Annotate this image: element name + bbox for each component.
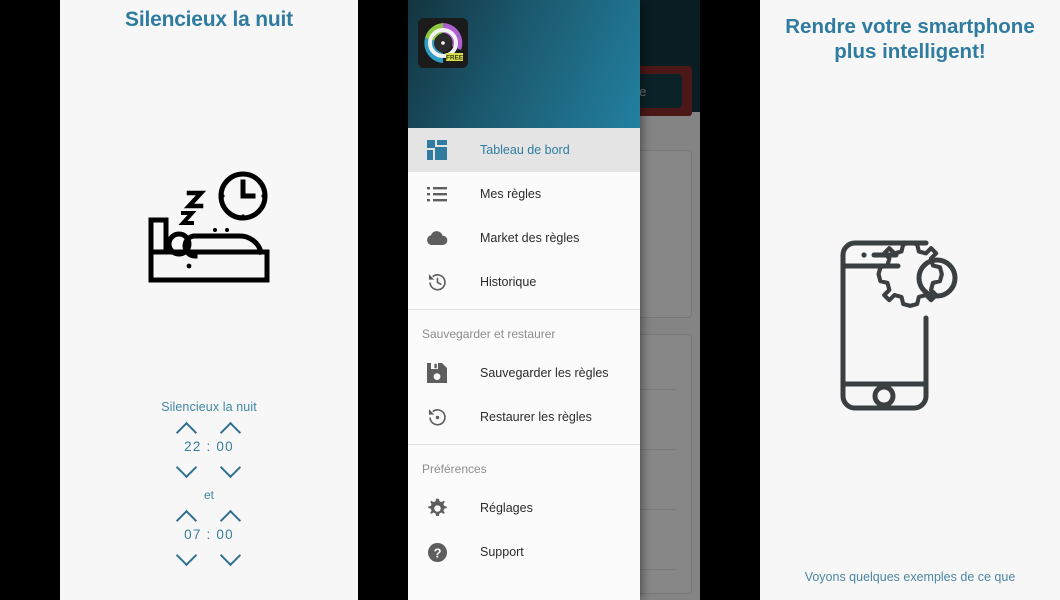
- restore-icon: [424, 404, 450, 430]
- panel-silent-at-night: Silencieux la nuit Silencieux la nuit 22…: [60, 0, 358, 600]
- nav-item-reglages[interactable]: Réglages: [408, 486, 640, 530]
- save-floppy-icon: [424, 360, 450, 386]
- nav-label: Historique: [480, 275, 537, 289]
- end-minute-down-chevron-icon[interactable]: [220, 550, 242, 563]
- gear-icon: [424, 495, 450, 521]
- panel-navigation-drawer: Résoudre DES: [408, 0, 700, 600]
- nav-item-support[interactable]: ? Support: [408, 530, 640, 574]
- dashboard-grid-icon: [424, 137, 450, 163]
- start-hour-up-chevron-icon[interactable]: [176, 422, 198, 435]
- nav-item-tableau-de-bord[interactable]: Tableau de bord: [408, 128, 640, 172]
- automate-it-free-app-logo: FREE: [418, 18, 468, 68]
- nav-label: Market des règles: [480, 231, 580, 245]
- nav-item-mes-regles[interactable]: Mes règles: [408, 172, 640, 216]
- end-hour-up-chevron-icon[interactable]: [176, 510, 198, 523]
- nav-label: Réglages: [480, 501, 533, 515]
- history-clock-icon: [424, 269, 450, 295]
- smartphone-with-gear-icon: [760, 238, 1060, 413]
- drawer-divider: [408, 309, 640, 310]
- panel-make-smartphone-smarter: Rendre votre smartphone plus intelligent…: [760, 0, 1060, 600]
- start-minute-up-chevron-icon[interactable]: [220, 422, 242, 435]
- time-range-picker: Silencieux la nuit 22 : 00 et 07 : 00: [60, 400, 358, 565]
- drawer-divider: [408, 444, 640, 445]
- start-time-decrement-row: [60, 462, 358, 475]
- svg-text:FREE: FREE: [446, 54, 464, 61]
- nav-item-market-des-regles[interactable]: Market des règles: [408, 216, 640, 260]
- nav-label: Sauvegarder les règles: [480, 366, 609, 380]
- end-time-increment-row: [60, 510, 358, 523]
- end-time-separator: :: [206, 527, 212, 542]
- sleeping-in-bed-with-clock-icon: [60, 168, 358, 288]
- drawer-group-title-backup: Sauvegarder et restaurer: [422, 327, 556, 341]
- navigation-drawer: FREE Tableau de bord Mes règles Market d…: [408, 0, 640, 600]
- picker-conjunction: et: [203, 488, 214, 502]
- page-title: Rendre votre smartphone plus intelligent…: [785, 15, 1035, 64]
- end-hour-down-chevron-icon[interactable]: [176, 550, 198, 563]
- nav-label: Support: [480, 545, 524, 559]
- nav-label: Restaurer les règles: [480, 410, 592, 424]
- nav-item-restaurer-les-regles[interactable]: Restaurer les règles: [408, 395, 640, 439]
- drawer-menu-list: Tableau de bord Mes règles Market des rè…: [408, 128, 640, 574]
- list-icon: [424, 181, 450, 207]
- start-time-value: 22 : 00: [60, 439, 358, 454]
- help-question-icon: ?: [424, 539, 450, 565]
- drawer-group-title-preferences: Préférences: [422, 462, 487, 476]
- end-time-value: 07 : 00: [60, 527, 358, 542]
- start-time-increment-row: [60, 422, 358, 435]
- picker-label: Silencieux la nuit: [161, 400, 257, 414]
- screenshot-stage: Silencieux la nuit Silencieux la nuit 22…: [0, 0, 1060, 600]
- nav-label: Mes règles: [480, 187, 542, 201]
- svg-text:?: ?: [433, 545, 441, 560]
- page-title: Silencieux la nuit: [125, 8, 293, 31]
- start-time-separator: :: [206, 439, 212, 454]
- nav-label: Tableau de bord: [480, 143, 570, 157]
- end-time-decrement-row: [60, 550, 358, 563]
- nav-item-sauvegarder-les-regles[interactable]: Sauvegarder les règles: [408, 351, 640, 395]
- page-caption: Voyons quelques exemples de ce que: [804, 570, 1016, 584]
- start-minute-down-chevron-icon[interactable]: [220, 462, 242, 475]
- end-minute-up-chevron-icon[interactable]: [220, 510, 242, 523]
- start-hour-down-chevron-icon[interactable]: [176, 462, 198, 475]
- nav-item-historique[interactable]: Historique: [408, 260, 640, 304]
- drawer-header: FREE: [408, 0, 640, 128]
- cloud-icon: [424, 225, 450, 251]
